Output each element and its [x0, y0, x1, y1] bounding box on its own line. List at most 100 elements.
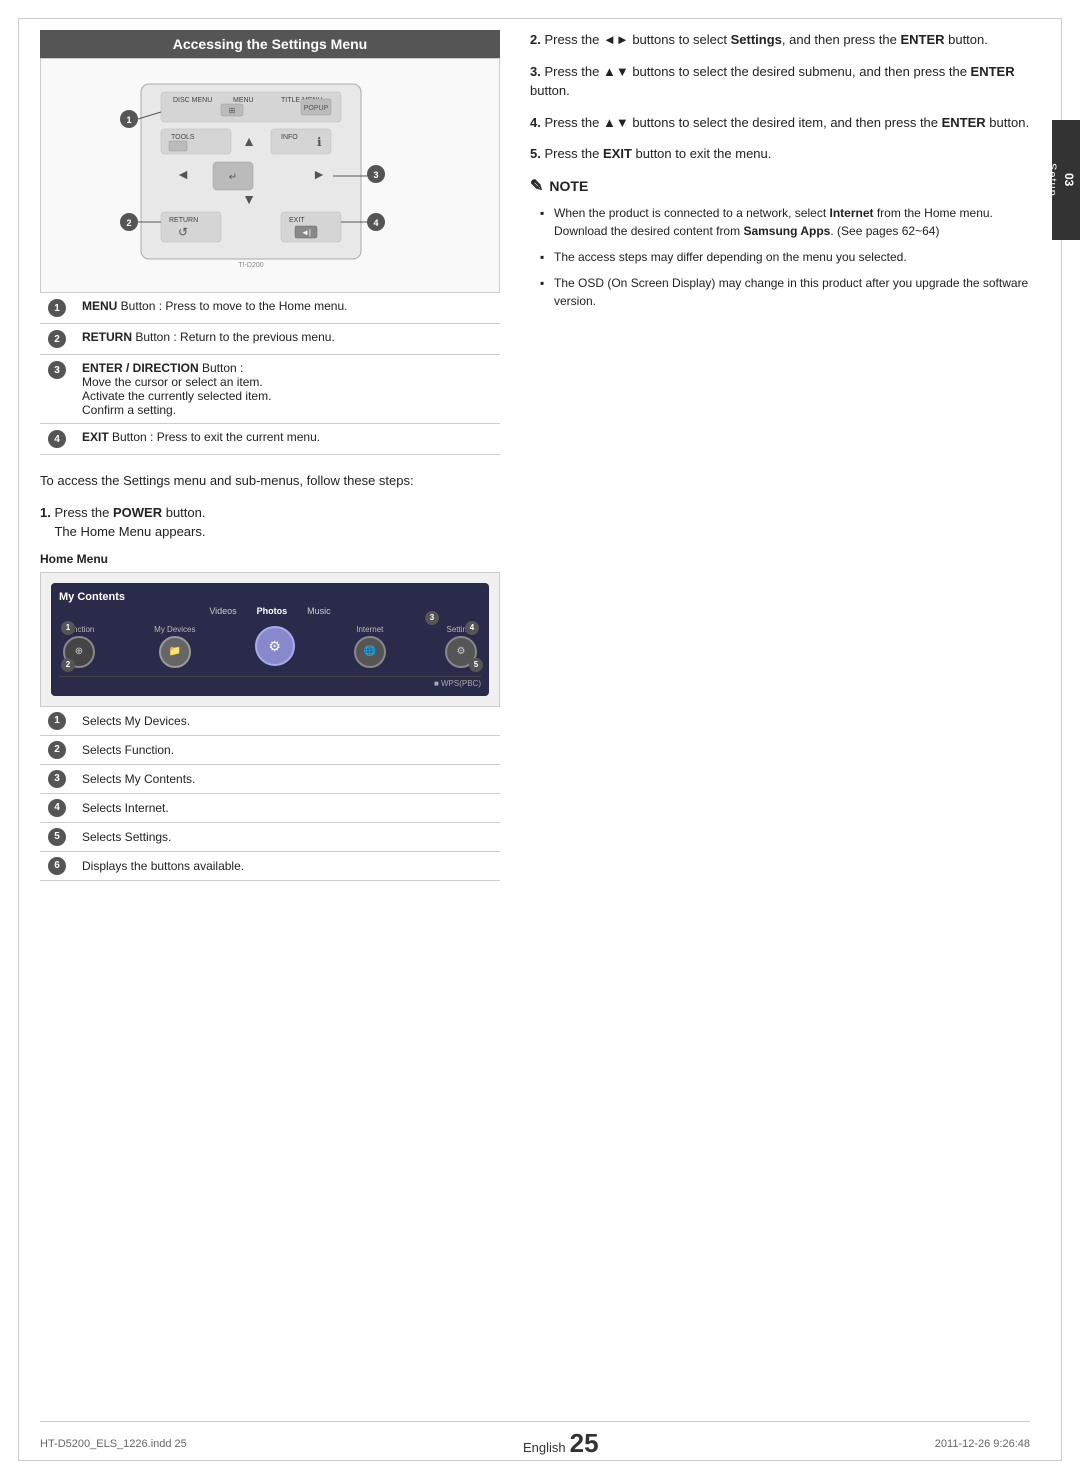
remote-svg: DISC MENU MENU TITLE MENU ⊞ POPUP TOOLS: [61, 74, 441, 274]
cat-photos: Photos: [257, 606, 288, 616]
bottom-bar: HT-D5200_ELS_1226.indd 25 English 25 201…: [40, 1421, 1030, 1459]
svg-text:INFO: INFO: [281, 134, 298, 141]
hm-callout-circle: 3: [48, 770, 66, 788]
main-content: Accessing the Settings Menu DISC MENU ME…: [40, 30, 1030, 1439]
hm-callout-desc-cell: Displays the buttons available.: [74, 851, 500, 880]
enter-bold-3: ENTER: [971, 64, 1015, 79]
section-title: Accessing the Settings Menu: [40, 30, 500, 58]
step-1-num: 1.: [40, 505, 51, 520]
callout-num-cell: 3: [40, 355, 74, 424]
side-tab-number: 03: [1062, 173, 1076, 186]
english-label: English: [523, 1440, 566, 1455]
hm-callout-desc-cell: Selects My Devices.: [74, 707, 500, 736]
page-num-value: 25: [570, 1428, 599, 1459]
intro-text: To access the Settings menu and sub-menu…: [40, 471, 500, 491]
svg-text:2: 2: [126, 218, 131, 228]
hm-callout-num-cell: 4: [40, 793, 74, 822]
right-step-3: 3. Press the ▲▼ buttons to select the de…: [530, 62, 1030, 101]
svg-text:▼: ▼: [242, 191, 256, 207]
hm-callout-num-cell: 5: [40, 822, 74, 851]
home-menu-diagram: My Contents Videos Photos Music Function…: [40, 572, 500, 707]
hm-callout-circle: 4: [48, 799, 66, 817]
note-label: NOTE: [549, 178, 588, 194]
hm-callout-circle: 2: [48, 741, 66, 759]
callout-num-cell: 1: [40, 293, 74, 324]
footer-right: 2011-12-26 9:26:48: [935, 1438, 1030, 1450]
home-callout-row: 6 Displays the buttons available.: [40, 851, 500, 880]
step-5-num: 5.: [530, 146, 541, 161]
svg-text:↵: ↵: [229, 172, 237, 183]
remote-callout-row: 2 RETURN Button : Return to the previous…: [40, 324, 500, 355]
step-2-num: 2.: [530, 32, 541, 47]
nav-my-devices: My Devices 📁: [154, 625, 195, 668]
home-callout-row: 5 Selects Settings.: [40, 822, 500, 851]
hm-badge-3: 3: [425, 611, 439, 625]
svg-text:►: ►: [312, 166, 326, 182]
svg-text:MENU: MENU: [233, 97, 254, 104]
step-4-num: 4.: [530, 115, 541, 130]
right-step-2: 2. Press the ◄► buttons to select Settin…: [530, 30, 1030, 50]
svg-text:⊞: ⊞: [229, 106, 236, 115]
svg-text:3: 3: [373, 170, 378, 180]
callout-desc-cell: MENU Button : Press to move to the Home …: [74, 293, 500, 324]
note-item: When the product is connected to a netwo…: [540, 204, 1030, 240]
hm-callout-desc-cell: Selects My Contents.: [74, 764, 500, 793]
svg-text:▲: ▲: [242, 133, 256, 149]
callout-circle: 4: [48, 430, 66, 448]
note-items-list: When the product is connected to a netwo…: [530, 204, 1030, 310]
hm-callout-desc-cell: Selects Internet.: [74, 793, 500, 822]
hm-badge-2: 2: [61, 658, 75, 672]
svg-text:DISC MENU: DISC MENU: [173, 97, 212, 104]
nav-internet: Internet 🌐: [354, 625, 386, 668]
callout-desc-cell: ENTER / DIRECTION Button :Move the curso…: [74, 355, 500, 424]
hm-callout-desc-cell: Selects Function.: [74, 735, 500, 764]
enter-bold-2: ENTER: [900, 32, 944, 47]
svg-text:ℹ: ℹ: [317, 135, 322, 149]
remote-callout-table: 1 MENU Button : Press to move to the Hom…: [40, 293, 500, 455]
settings-bold: Settings: [731, 32, 782, 47]
svg-text:TI-D200: TI-D200: [238, 262, 263, 269]
exit-bold: EXIT: [603, 146, 632, 161]
hm-callout-num-cell: 2: [40, 735, 74, 764]
bullet-home-menu: Home Menu: [40, 552, 500, 566]
remote-diagram: DISC MENU MENU TITLE MENU ⊞ POPUP TOOLS: [40, 58, 500, 293]
step-3-num: 3.: [530, 64, 541, 79]
right-column: 2. Press the ◄► buttons to select Settin…: [530, 30, 1030, 1439]
svg-text:◄: ◄: [176, 166, 190, 182]
hm-callout-num-cell: 6: [40, 851, 74, 880]
hm-badge-1: 1: [61, 621, 75, 635]
note-title: ✎ NOTE: [530, 176, 1030, 196]
home-callout-row: 4 Selects Internet.: [40, 793, 500, 822]
home-menu-categories: Videos Photos Music: [59, 606, 481, 616]
right-step-5: 5. Press the EXIT button to exit the men…: [530, 144, 1030, 164]
home-callout-row: 3 Selects My Contents.: [40, 764, 500, 793]
callout-circle: 2: [48, 330, 66, 348]
callout-num-cell: 4: [40, 424, 74, 455]
left-column: Accessing the Settings Menu DISC MENU ME…: [40, 30, 500, 1439]
page-number-area: English 25: [523, 1428, 599, 1459]
callout-circle: 1: [48, 299, 66, 317]
callout-desc-cell: RETURN Button : Return to the previous m…: [74, 324, 500, 355]
two-column-layout: Accessing the Settings Menu DISC MENU ME…: [40, 30, 1030, 1439]
remote-callout-row: 3 ENTER / DIRECTION Button :Move the cur…: [40, 355, 500, 424]
svg-text:RETURN: RETURN: [169, 217, 198, 224]
svg-text:1: 1: [126, 115, 131, 125]
note-section: ✎ NOTE When the product is connected to …: [530, 176, 1030, 310]
home-callout-row: 1 Selects My Devices.: [40, 707, 500, 736]
note-icon: ✎: [530, 176, 543, 196]
svg-text:TOOLS: TOOLS: [171, 134, 195, 141]
hm-callout-circle: 1: [48, 712, 66, 730]
svg-text:POPUP: POPUP: [304, 105, 329, 112]
note-item: The access steps may differ depending on…: [540, 248, 1030, 266]
svg-text:◄|: ◄|: [301, 228, 311, 237]
hm-callout-desc-cell: Selects Settings.: [74, 822, 500, 851]
remote-callout-row: 4 EXIT Button : Press to exit the curren…: [40, 424, 500, 455]
callout-num-cell: 2: [40, 324, 74, 355]
home-menu-bottom: ■ WPS(PBC): [59, 676, 481, 688]
home-menu-title: My Contents: [59, 591, 481, 603]
home-menu-ui: My Contents Videos Photos Music Function…: [51, 583, 489, 696]
step-1: 1. Press the POWER button. The Home Menu…: [40, 503, 500, 542]
svg-text:EXIT: EXIT: [289, 217, 305, 224]
callout-desc-cell: EXIT Button : Press to exit the current …: [74, 424, 500, 455]
hm-badge-5: 5: [469, 658, 483, 672]
